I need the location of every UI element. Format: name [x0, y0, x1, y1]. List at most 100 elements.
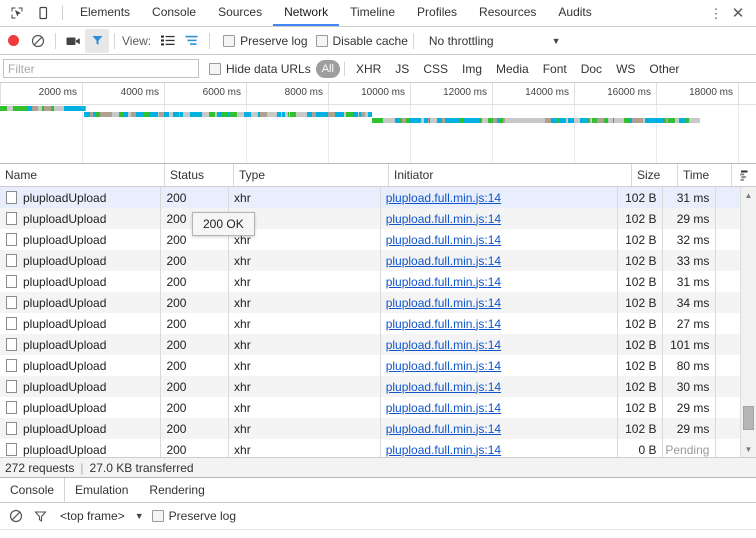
type-filter-doc[interactable]: Doc	[574, 60, 609, 78]
cell-size: 102 B	[618, 376, 663, 397]
list-view-button[interactable]	[156, 30, 180, 52]
column-header-status[interactable]: Status	[165, 164, 234, 186]
tab-console[interactable]: Console	[141, 0, 207, 26]
cell-initiator-text[interactable]: plupload.full.min.js:14	[386, 191, 501, 205]
cell-initiator-text[interactable]: plupload.full.min.js:14	[386, 275, 501, 289]
preserve-log-checkbox[interactable]: Preserve log	[223, 34, 307, 48]
checkbox-box	[316, 35, 328, 47]
scroll-up-arrow-icon[interactable]: ▲	[741, 187, 756, 203]
network-overview[interactable]: 2000 ms 4000 ms 6000 ms 8000 ms 10000 ms…	[0, 83, 756, 164]
table-row[interactable]: pluploadUpload200xhrplupload.full.min.js…	[0, 355, 740, 376]
cell-initiator-text[interactable]: plupload.full.min.js:14	[386, 233, 501, 247]
cell-initiator: plupload.full.min.js:14	[381, 376, 619, 397]
cell-initiator-text[interactable]: plupload.full.min.js:14	[386, 338, 501, 352]
close-icon[interactable]: ✕	[726, 6, 750, 21]
table-row[interactable]: pluploadUpload200xhrplupload.full.min.js…	[0, 418, 740, 439]
column-header-name[interactable]: Name	[0, 164, 165, 186]
overview-waterfall[interactable]	[0, 105, 756, 163]
device-toggle-icon[interactable]	[30, 0, 56, 26]
cell-status-text: 200	[166, 443, 186, 457]
tab-sources[interactable]: Sources	[207, 0, 273, 26]
tab-profiles[interactable]: Profiles	[406, 0, 468, 26]
toolbar-divider	[209, 33, 210, 49]
table-row[interactable]: pluploadUpload200xhrplupload.full.min.js…	[0, 334, 740, 355]
checkbox-box	[209, 63, 221, 75]
cell-initiator-text[interactable]: plupload.full.min.js:14	[386, 359, 501, 373]
cell-waterfall	[716, 418, 740, 439]
table-row[interactable]: pluploadUpload200xhrplupload.full.min.js…	[0, 439, 740, 457]
table-row[interactable]: pluploadUpload200xhrplupload.full.min.js…	[0, 397, 740, 418]
type-filter-js[interactable]: JS	[388, 60, 416, 78]
type-filter-media[interactable]: Media	[489, 60, 536, 78]
table-row[interactable]: pluploadUpload200xhrplupload.full.min.js…	[0, 271, 740, 292]
request-file-icon	[6, 317, 17, 330]
record-button[interactable]	[0, 35, 26, 46]
type-filter-ws[interactable]: WS	[609, 60, 642, 78]
type-filter-all[interactable]: All	[316, 60, 340, 78]
type-filter-css[interactable]: CSS	[416, 60, 455, 78]
table-row[interactable]: pluploadUpload200xhrplupload.full.min.js…	[0, 250, 740, 271]
cell-initiator-text[interactable]: plupload.full.min.js:14	[386, 212, 501, 226]
column-header-initiator[interactable]: Initiator	[389, 164, 632, 186]
clear-button[interactable]	[26, 29, 50, 53]
console-preserve-log-checkbox[interactable]: Preserve log	[152, 509, 236, 523]
filter-console-button[interactable]	[28, 504, 52, 528]
clear-console-button[interactable]	[4, 504, 28, 528]
column-header-waterfall[interactable]	[732, 164, 756, 186]
cell-name: pluploadUpload	[0, 250, 161, 271]
drawer-tab-console[interactable]: Console	[0, 478, 65, 502]
cell-status: 200	[161, 250, 229, 271]
cell-initiator-text[interactable]: plupload.full.min.js:14	[386, 317, 501, 331]
hide-data-urls-checkbox[interactable]: Hide data URLs	[209, 62, 311, 76]
table-row[interactable]: pluploadUpload200xhrplupload.full.min.js…	[0, 208, 740, 229]
table-row[interactable]: pluploadUpload200xhrplupload.full.min.js…	[0, 229, 740, 250]
more-options-icon[interactable]: ⋮	[706, 7, 726, 20]
cell-initiator-text[interactable]: plupload.full.min.js:14	[386, 254, 501, 268]
tab-audits[interactable]: Audits	[547, 0, 602, 26]
cell-time: 80 ms	[663, 355, 716, 376]
type-filter-font[interactable]: Font	[536, 60, 574, 78]
cell-initiator-text[interactable]: plupload.full.min.js:14	[386, 296, 501, 310]
tab-network[interactable]: Network	[273, 0, 339, 26]
chevron-down-icon[interactable]: ▼	[135, 511, 144, 521]
table-vertical-scrollbar[interactable]: ▲ ▼	[740, 187, 756, 457]
cell-time: 34 ms	[663, 292, 716, 313]
column-header-time[interactable]: Time	[678, 164, 732, 186]
cell-status-text: 200	[166, 275, 186, 289]
cell-initiator-text[interactable]: plupload.full.min.js:14	[386, 443, 501, 457]
filter-input[interactable]	[3, 59, 199, 78]
tab-timeline[interactable]: Timeline	[339, 0, 406, 26]
scroll-down-arrow-icon[interactable]: ▼	[741, 441, 756, 457]
capture-screenshots-icon[interactable]	[61, 29, 85, 53]
scrollbar-thumb[interactable]	[743, 406, 754, 430]
drawer-tab-label: Console	[10, 483, 54, 497]
cell-initiator-text[interactable]: plupload.full.min.js:14	[386, 422, 501, 436]
cell-waterfall	[716, 334, 740, 355]
cell-size-text: 102 B	[625, 254, 656, 268]
execution-context-selector[interactable]: <top frame>	[60, 509, 125, 523]
type-filter-other[interactable]: Other	[642, 60, 686, 78]
table-row[interactable]: pluploadUpload200xhrplupload.full.min.js…	[0, 376, 740, 397]
cell-initiator-text[interactable]: plupload.full.min.js:14	[386, 401, 501, 415]
console-message-area[interactable]	[0, 530, 756, 538]
tab-elements[interactable]: Elements	[69, 0, 141, 26]
throttling-select[interactable]: No throttling ▼	[429, 34, 561, 48]
drawer-tab-rendering[interactable]: Rendering	[139, 478, 215, 502]
table-row[interactable]: pluploadUpload200xhrplupload.full.min.js…	[0, 292, 740, 313]
drawer-tab-emulation[interactable]: Emulation	[65, 478, 139, 502]
cell-status-text: 200	[166, 359, 186, 373]
cell-initiator-text[interactable]: plupload.full.min.js:14	[386, 380, 501, 394]
network-request-list[interactable]: pluploadUpload200xhrplupload.full.min.js…	[0, 187, 740, 457]
type-filter-xhr[interactable]: XHR	[349, 60, 388, 78]
tab-resources[interactable]: Resources	[468, 0, 547, 26]
disable-cache-checkbox[interactable]: Disable cache	[316, 34, 408, 48]
table-row[interactable]: pluploadUpload200xhrplupload.full.min.js…	[0, 187, 740, 208]
filter-button[interactable]	[85, 29, 109, 53]
cell-time-text: 29 ms	[677, 212, 710, 226]
column-header-size[interactable]: Size	[632, 164, 678, 186]
column-header-type[interactable]: Type	[234, 164, 389, 186]
waterfall-view-button[interactable]	[180, 30, 204, 52]
type-filter-img[interactable]: Img	[455, 60, 489, 78]
table-row[interactable]: pluploadUpload200xhrplupload.full.min.js…	[0, 313, 740, 334]
inspect-cursor-icon[interactable]	[4, 0, 30, 26]
